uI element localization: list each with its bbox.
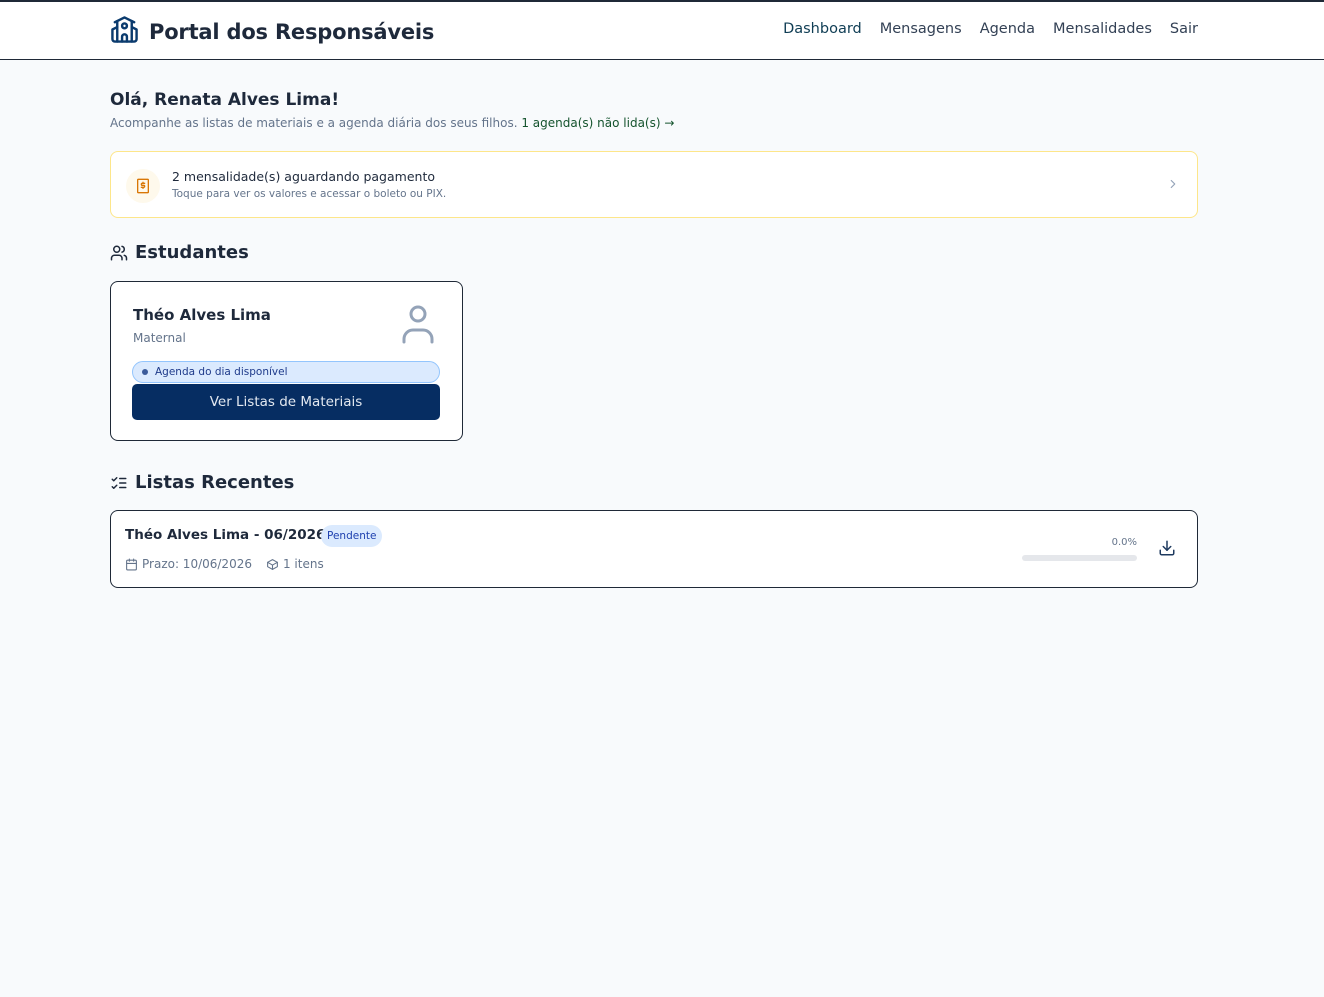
download-button[interactable] [1155,537,1179,561]
progress-bar [1022,555,1137,561]
deadline-meta: Prazo: 10/06/2026 [125,557,252,571]
school-icon [110,15,139,48]
payment-alert-title: 2 mensalidade(s) aguardando pagamento [172,169,435,184]
nav-mensagens[interactable]: Mensagens [880,21,962,37]
nav-agenda[interactable]: Agenda [980,21,1035,37]
students-section-label: Estudantes [135,242,249,263]
status-badge: Pendente [321,525,383,547]
items-meta: 1 itens [266,557,324,571]
recent-lists-section-title: Listas Recentes [110,472,294,493]
greeting-subtitle-text: Acompanhe as listas de materiais e a age… [110,116,518,130]
progress-percent: 0.0% [1111,537,1137,548]
material-list-card[interactable]: Théo Alves Lima - 06/2026 Pendente Prazo… [110,510,1198,588]
list-checks-icon [111,476,127,489]
top-navbar: Portal dos Responsáveis Dashboard Mensag… [0,2,1324,60]
students-section-title: Estudantes [110,242,1198,263]
view-material-lists-button[interactable]: Ver Listas de Materiais [132,384,440,420]
material-list-title: Théo Alves Lima - 06/2026 [125,527,326,543]
receipt-dollar-icon [126,169,160,203]
main-nav: Dashboard Mensagens Agenda Mensalidades … [783,21,1198,37]
student-card: Théo Alves Lima Maternal Agenda do dia d… [110,281,463,441]
items-count: 1 itens [282,557,324,571]
student-name: Théo Alves Lima [133,306,271,324]
brand[interactable]: Portal dos Responsáveis [110,15,434,48]
list-meta: Prazo: 10/06/2026 1 itens [125,557,324,571]
chevron-right-icon [1170,179,1176,189]
calendar-icon [126,558,137,570]
app-title: Portal dos Responsáveis [149,19,435,44]
package-icon [267,558,278,570]
agenda-available-badge[interactable]: Agenda do dia disponível [132,361,440,383]
deadline-text: Prazo: 10/06/2026 [142,557,252,571]
student-class: Maternal [133,331,186,345]
user-avatar-icon [402,305,434,344]
main-content: Olá, Renata Alves Lima! Acompanhe as lis… [110,60,1198,588]
nav-sair[interactable]: Sair [1170,21,1198,37]
unread-agenda-link[interactable]: 1 agenda(s) não lida(s) → [521,116,674,130]
download-icon [1159,540,1175,555]
greeting-subtitle: Acompanhe as listas de materiais e a age… [110,116,1198,130]
greeting-title: Olá, Renata Alves Lima! [110,90,340,110]
payment-alert-card[interactable]: 2 mensalidade(s) aguardando pagamento To… [110,151,1198,218]
users-icon [110,245,128,260]
payment-alert-subtitle: Toque para ver os valores e acessar o bo… [172,188,447,200]
nav-mensalidades[interactable]: Mensalidades [1053,21,1152,37]
recent-lists-section-label: Listas Recentes [135,472,295,493]
nav-dashboard[interactable]: Dashboard [783,21,862,37]
